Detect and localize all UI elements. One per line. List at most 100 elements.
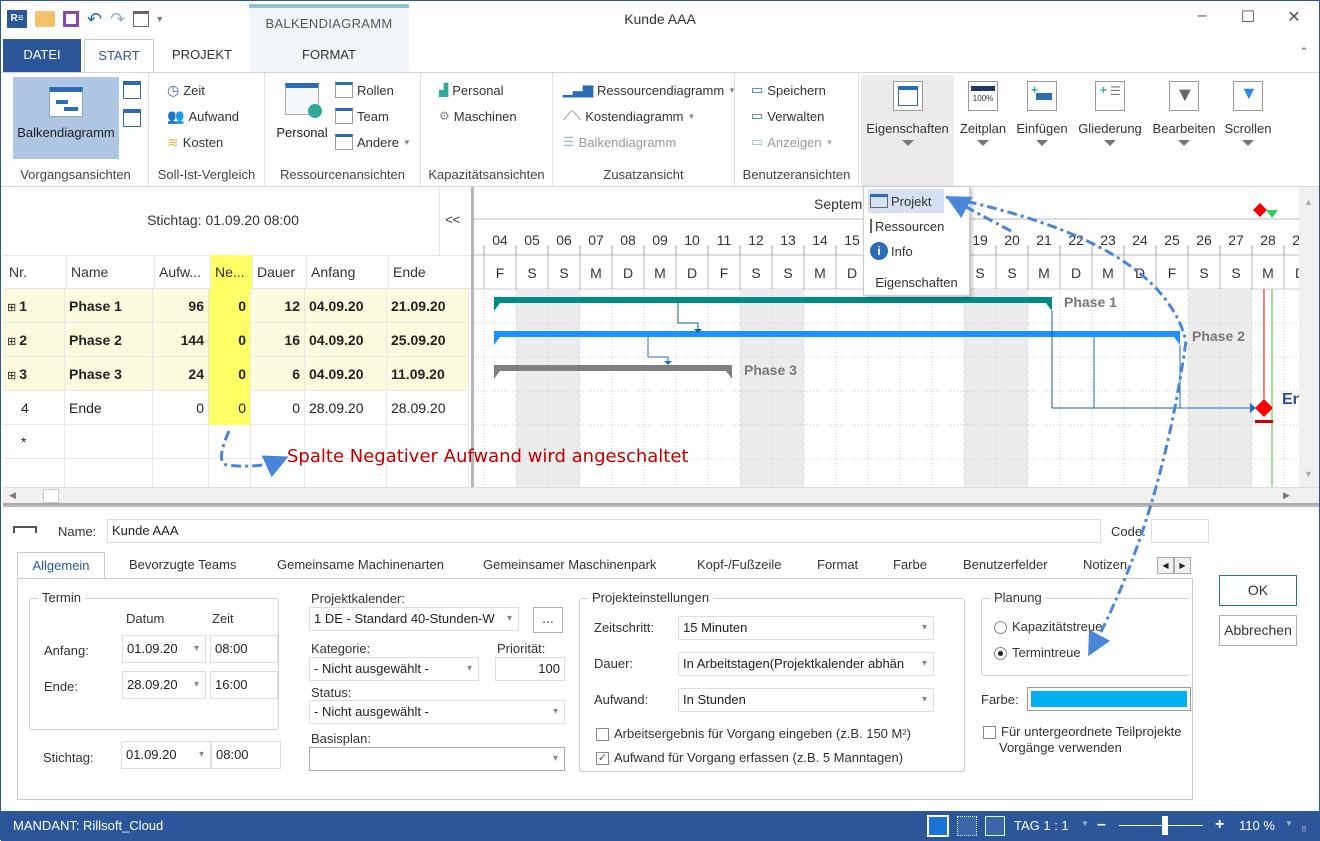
column-header-ende[interactable]: Ende: [389, 255, 471, 289]
stichtag-date-picker[interactable]: 01.09.20: [121, 741, 211, 769]
capacity-view-status-icon[interactable]: [985, 816, 1005, 836]
scale-selector[interactable]: TAG 1 : 1: [1014, 818, 1069, 833]
tab-gemeinsamer-maschinenpark[interactable]: Gemeinsamer Maschinenpark: [483, 552, 656, 578]
zoom-slider-thumb[interactable]: [1162, 816, 1169, 835]
zusatz-balkendiagramm-button[interactable]: ☰ Balkendiagramm: [563, 131, 676, 153]
cell-nr[interactable]: ⊞ 3: [3, 357, 65, 391]
table-row[interactable]: ⊞ 2 Phase 2 144 0 16 04.09.20 25.09.20: [3, 323, 469, 357]
personal-big-button[interactable]: Personal: [273, 81, 331, 140]
chevron-down-icon[interactable]: ▼: [1285, 819, 1293, 828]
anfang-time-input[interactable]: 08:00: [210, 635, 278, 663]
cell-aufwand[interactable]: 0: [153, 391, 209, 425]
basisplan-select[interactable]: [309, 747, 565, 771]
zoom-level[interactable]: 110 %: [1239, 818, 1275, 833]
ende-date-picker[interactable]: 28.09.20: [122, 671, 206, 699]
aufwand-button[interactable]: 👥 Aufwand: [167, 105, 239, 127]
checkbox-unchecked[interactable]: [983, 726, 996, 740]
column-header-anfang[interactable]: Anfang: [307, 255, 389, 289]
cell-dauer[interactable]: 0: [251, 391, 305, 425]
kapazitaetstreue-radio[interactable]: Kapazitätstreue: [994, 619, 1102, 635]
cell-nr[interactable]: ⊞ 1: [3, 289, 65, 323]
radio-selected[interactable]: [994, 647, 1007, 661]
tab-format[interactable]: Format: [817, 552, 858, 578]
cell-neg[interactable]: 0: [209, 289, 251, 323]
status-select[interactable]: - Nicht ausgewählt -: [309, 700, 565, 724]
column-header-nr[interactable]: Nr.: [5, 255, 67, 289]
table-row[interactable]: ⊞ 1 Phase 1 96 0 12 04.09.20 21.09.20: [3, 289, 469, 323]
cancel-button[interactable]: Abbrechen: [1219, 615, 1297, 646]
ende-time-input[interactable]: 16:00: [210, 671, 278, 699]
einfuegen-button[interactable]: + Einfügen: [1013, 75, 1071, 161]
cell-dauer[interactable]: 16: [251, 323, 305, 357]
prioritaet-input[interactable]: 100: [495, 657, 565, 681]
zeitschritt-select[interactable]: 15 Minuten: [678, 616, 934, 640]
scroll-left-icon[interactable]: ◀: [9, 490, 16, 501]
cell-name[interactable]: Phase 1: [65, 289, 153, 323]
column-header-name[interactable]: Name: [67, 255, 155, 289]
cell-aufwand[interactable]: 144: [153, 323, 209, 357]
balkendiagramm-button[interactable]: Balkendiagramm: [13, 77, 119, 159]
tab-notizen[interactable]: Notizen: [1083, 552, 1127, 578]
farbe-color-picker[interactable]: [1027, 687, 1191, 711]
resize-grip-icon[interactable]: ⠿: [1301, 825, 1307, 834]
kostendiagramm-button[interactable]: ⟋⟍ Kostendiagramm ▼: [563, 105, 695, 127]
cell-neg[interactable]: 0: [209, 323, 251, 357]
cell-aufwand[interactable]: 96: [153, 289, 209, 323]
menu-item-info[interactable]: i Info: [868, 239, 944, 263]
anfang-date-picker[interactable]: 01.09.20: [122, 635, 206, 663]
kosten-button[interactable]: ≋ Kosten: [167, 131, 223, 153]
scroll-up-icon[interactable]: ▲: [1304, 197, 1313, 207]
collapse-ribbon-icon[interactable]: ⌃: [1299, 45, 1309, 59]
tab-gemeinsame-machinenarten[interactable]: Gemeinsame Machinenarten: [277, 552, 444, 578]
structure-view-icon[interactable]: [123, 109, 141, 127]
cell-dauer[interactable]: 12: [251, 289, 305, 323]
tab-farbe[interactable]: Farbe: [893, 552, 927, 578]
anzeigen-button[interactable]: ▭ Anzeigen ▼: [751, 131, 833, 153]
tab-bevorzugte-teams[interactable]: Bevorzugte Teams: [129, 552, 236, 578]
cell-anfang[interactable]: 04.09.20: [305, 289, 387, 323]
cell-neg[interactable]: [209, 425, 251, 459]
zoom-slider[interactable]: [1119, 816, 1203, 835]
tab-datei[interactable]: DATEI: [3, 39, 81, 73]
column-header-dauer[interactable]: Dauer: [253, 255, 307, 289]
zoom-in-button[interactable]: +: [1215, 816, 1224, 834]
cell-aufwand[interactable]: 24: [153, 357, 209, 391]
cell-name[interactable]: Phase 2: [65, 323, 153, 357]
tab-allgemein[interactable]: Allgemein: [17, 552, 105, 578]
scroll-down-icon[interactable]: ▼: [1304, 469, 1313, 479]
name-input[interactable]: Kunde AAA: [107, 519, 1101, 543]
aufwand-erfassen-checkbox[interactable]: ✓ Aufwand für Vorgang erfassen (z.B. 5 Ma…: [596, 750, 903, 766]
rollen-button[interactable]: Rollen: [335, 79, 394, 101]
cell-anfang[interactable]: 04.09.20: [305, 357, 387, 391]
cell-anfang[interactable]: 04.09.20: [305, 323, 387, 357]
collapse-grid-button[interactable]: <<: [445, 212, 460, 227]
expand-icon[interactable]: ⊞: [7, 302, 16, 314]
bearbeiten-button[interactable]: ▼ Bearbeiten: [1149, 75, 1219, 161]
kategorie-select[interactable]: - Nicht ausgewählt -: [309, 657, 479, 681]
arbeitsergebnis-checkbox[interactable]: Arbeitsergebnis für Vorgang eingeben (z.…: [596, 726, 911, 742]
cell-neg[interactable]: 0: [209, 391, 251, 425]
close-button[interactable]: ✕: [1279, 7, 1309, 27]
column-header-negativer-aufwand[interactable]: Ne...: [211, 255, 253, 289]
cell-ende[interactable]: 11.09.20: [387, 357, 469, 391]
cell-aufwand[interactable]: [153, 425, 209, 459]
stichtag-time-input[interactable]: 08:00: [211, 741, 281, 769]
kap-personal-button[interactable]: ▟ Personal: [439, 79, 504, 101]
tab-kopf-fusszeile[interactable]: Kopf-/Fußzeile: [697, 552, 782, 578]
dauer-select[interactable]: In Arbeitstagen(Projektkalender abhän: [678, 652, 934, 676]
cell-dauer[interactable]: 6: [251, 357, 305, 391]
tab-scroll-left-icon[interactable]: ◀: [1157, 557, 1174, 574]
cell-nr[interactable]: *: [3, 425, 65, 459]
ressourcendiagramm-button[interactable]: ▁▃▆ Ressourcendiagramm ▼: [563, 79, 736, 101]
zeitplan-button[interactable]: 100% Zeitplan: [955, 75, 1011, 161]
horizontal-scrollbar[interactable]: ◀ ▶: [3, 487, 1319, 505]
scroll-right-icon[interactable]: ▶: [1283, 490, 1290, 501]
minimize-button[interactable]: –: [1187, 7, 1217, 25]
resource-view-status-icon[interactable]: [957, 816, 977, 836]
table-row[interactable]: ⊞ 3 Phase 3 24 0 6 04.09.20 11.09.20: [3, 357, 469, 391]
cell-nr[interactable]: ⊞ 2: [3, 323, 65, 357]
code-input[interactable]: [1151, 519, 1209, 543]
zeit-button[interactable]: ◷ Zeit: [167, 79, 205, 101]
ok-button[interactable]: OK: [1219, 575, 1297, 606]
cell-name[interactable]: Phase 3: [65, 357, 153, 391]
